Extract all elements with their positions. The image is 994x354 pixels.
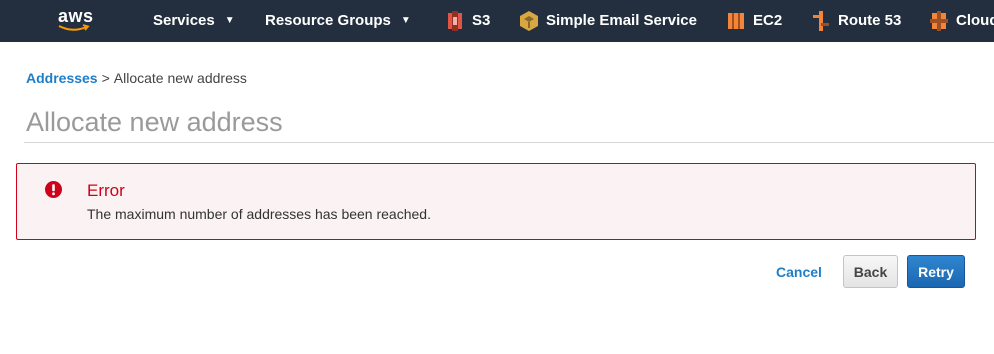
route53-icon: [813, 11, 829, 31]
error-title: Error: [87, 181, 125, 200]
ec2-icon: [728, 13, 744, 29]
shortcut-ec2-label: EC2: [753, 12, 783, 29]
shortcut-ses-label: Simple Email Service: [546, 12, 697, 29]
breadcrumb-current: Allocate new address: [113, 70, 247, 86]
services-label: Services: [153, 12, 215, 29]
breadcrumb: Addresses > Allocate new address: [26, 70, 247, 86]
chevron-down-icon: ▼: [224, 15, 235, 26]
error-message: The maximum number of addresses has been…: [87, 206, 431, 222]
page-title: Allocate new address: [26, 107, 283, 137]
s3-icon: [448, 11, 462, 31]
chevron-down-icon: ▼: [400, 15, 411, 26]
cloudfront-icon: [930, 11, 948, 31]
error-alert: Error The maximum number of addresses ha…: [16, 163, 976, 240]
back-button[interactable]: Back: [843, 255, 898, 288]
title-divider: [24, 142, 994, 143]
top-nav: aws Services ▼ Resource Groups ▼ S3 Simple…: [0, 0, 994, 42]
resource-groups-menu[interactable]: Resource Groups ▼: [265, 12, 411, 29]
ses-icon: [520, 11, 538, 31]
resource-groups-label: Resource Groups: [265, 12, 391, 29]
shortcut-s3-label: S3: [472, 12, 491, 29]
services-menu[interactable]: Services ▼: [153, 12, 235, 29]
error-icon: [45, 181, 62, 198]
shortcut-cloudfront-label: Cloud: [956, 12, 994, 29]
cancel-button[interactable]: Cancel: [776, 262, 822, 282]
aws-logo[interactable]: aws: [56, 6, 100, 36]
breadcrumb-addresses-link[interactable]: Addresses: [26, 70, 98, 86]
retry-button[interactable]: Retry: [907, 255, 965, 288]
smile-arrow-icon: [58, 24, 90, 31]
breadcrumb-separator: >: [101, 70, 110, 86]
shortcut-route53-label: Route 53: [838, 12, 902, 29]
